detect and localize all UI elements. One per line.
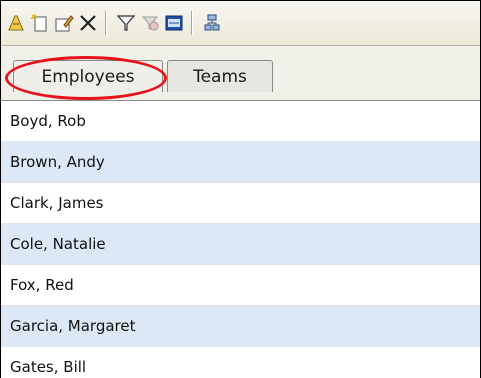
list-item[interactable]: Brown, Andy bbox=[1, 142, 480, 183]
new-document-icon[interactable] bbox=[29, 12, 51, 34]
toolbar-separator bbox=[105, 11, 107, 35]
employee-name: Garcia, Margaret bbox=[10, 317, 136, 335]
employee-name: Gates, Bill bbox=[10, 358, 87, 376]
employee-name: Cole, Natalie bbox=[10, 235, 106, 253]
delete-icon[interactable] bbox=[77, 12, 99, 34]
clear-filter-icon[interactable] bbox=[139, 12, 161, 34]
employee-name: Brown, Andy bbox=[10, 153, 105, 171]
tab-teams[interactable]: Teams bbox=[167, 60, 273, 92]
new-item-icon[interactable] bbox=[5, 12, 27, 34]
list-item[interactable]: Garcia, Margaret bbox=[1, 306, 480, 347]
list-item[interactable]: Clark, James bbox=[1, 183, 480, 224]
employee-name: Fox, Red bbox=[10, 276, 74, 294]
tab-strip: Employees Teams bbox=[1, 46, 480, 101]
edit-properties-icon[interactable] bbox=[53, 12, 75, 34]
tab-label: Employees bbox=[41, 66, 135, 87]
list-item[interactable]: Fox, Red bbox=[1, 265, 480, 306]
tab-employees[interactable]: Employees bbox=[13, 60, 163, 92]
list-item[interactable]: Boyd, Rob bbox=[1, 101, 480, 142]
hierarchy-icon[interactable] bbox=[201, 12, 223, 34]
employee-list: Boyd, Rob Brown, Andy Clark, James Cole,… bbox=[1, 101, 480, 378]
employee-name: Clark, James bbox=[10, 194, 104, 212]
toolbar bbox=[1, 1, 480, 46]
toolbar-separator bbox=[191, 11, 193, 35]
list-item[interactable]: Cole, Natalie bbox=[1, 224, 480, 265]
filter-icon[interactable] bbox=[115, 12, 137, 34]
tab-label: Teams bbox=[193, 66, 247, 87]
list-item[interactable]: Gates, Bill bbox=[1, 347, 480, 378]
view-details-icon[interactable] bbox=[163, 12, 185, 34]
employee-name: Boyd, Rob bbox=[10, 112, 86, 130]
employee-browser-window: Employees Teams Boyd, Rob Brown, Andy Cl… bbox=[0, 0, 481, 378]
